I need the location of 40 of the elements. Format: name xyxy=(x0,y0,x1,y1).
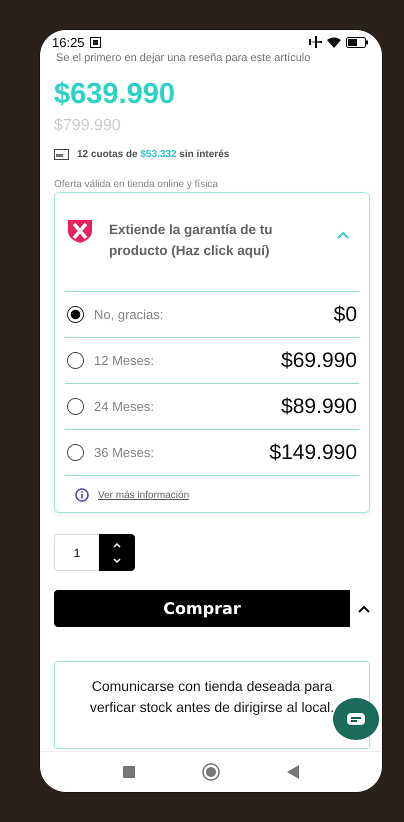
radio-button[interactable] xyxy=(67,398,84,415)
radio-button[interactable] xyxy=(67,444,84,461)
shield-x-icon xyxy=(67,219,93,243)
card-icon xyxy=(54,149,69,160)
review-prompt[interactable]: Se el primero en dejar una reseña para este artículo xyxy=(56,52,370,64)
more-info-link[interactable]: Ver más información xyxy=(98,490,190,500)
buy-button[interactable]: Comprar xyxy=(54,590,350,627)
option-label: 36 Meses: xyxy=(94,445,155,460)
chat-icon xyxy=(346,712,366,726)
warranty-header[interactable]: Extiende la garantía de tu producto (Haz click aquí) xyxy=(65,193,359,292)
recent-apps-icon[interactable] xyxy=(123,766,136,778)
radio-button[interactable] xyxy=(67,352,84,369)
warranty-option[interactable]: 24 Meses: $89.990 xyxy=(65,384,359,430)
airplane-icon xyxy=(308,36,322,48)
option-price: $0 xyxy=(334,302,357,326)
installments-text: 12 cuotas de $53.332 sin interés xyxy=(77,149,230,160)
warranty-option[interactable]: 36 Meses: $149.990 xyxy=(65,430,359,476)
price: $639.990 xyxy=(54,78,176,111)
option-price: $69.990 xyxy=(281,348,357,372)
chat-button[interactable] xyxy=(333,698,379,740)
option-price: $89.990 xyxy=(281,394,357,418)
option-price: $149.990 xyxy=(269,440,357,464)
scroll-up-icon[interactable] xyxy=(358,604,370,612)
info-icon xyxy=(75,488,89,502)
warranty-title: Extiende la garantía de tu producto (Haz click aquí) xyxy=(109,221,274,260)
status-time: 16:25 xyxy=(52,34,85,50)
quantity-stepper[interactable] xyxy=(99,534,135,571)
home-icon[interactable] xyxy=(202,763,220,781)
wifi-icon xyxy=(327,36,341,48)
option-label: 24 Meses: xyxy=(94,399,155,414)
option-label: No, gracias: xyxy=(94,307,164,322)
battery-icon xyxy=(346,36,368,48)
radio-button[interactable] xyxy=(67,306,84,323)
back-icon[interactable] xyxy=(286,765,299,779)
option-label: 12 Meses: xyxy=(94,353,155,368)
offer-note: Oferta válida en tienda online y física xyxy=(54,179,219,190)
stock-notice: Comunicarse con tienda deseada para verficar stock antes de dirigirse al local. xyxy=(89,677,335,717)
stepper-arrows-icon xyxy=(112,540,122,564)
warranty-option[interactable]: No, gracias: $0 xyxy=(65,292,359,338)
warranty-option[interactable]: 12 Meses: $69.990 xyxy=(65,338,359,384)
